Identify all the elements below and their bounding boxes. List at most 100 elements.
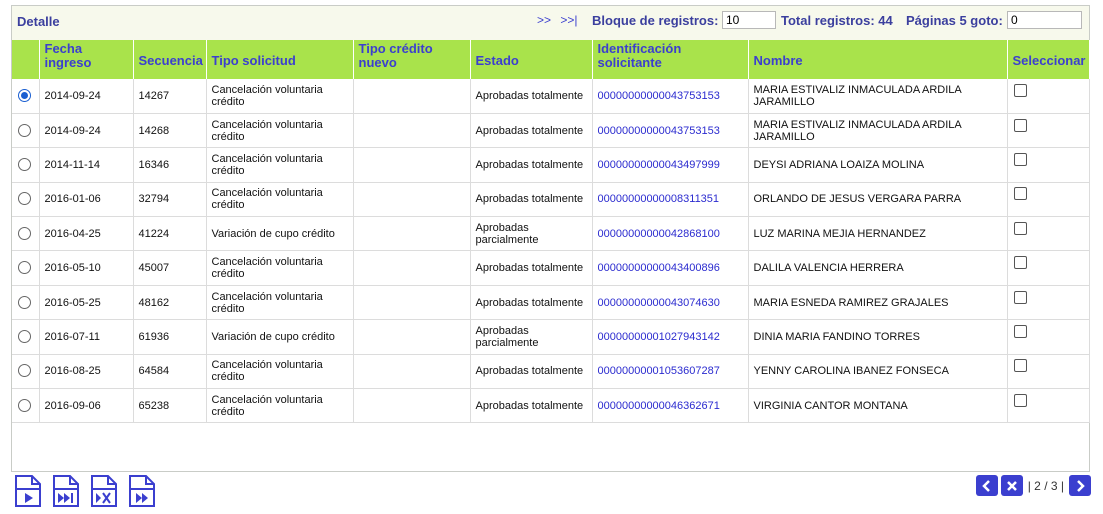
- cell-secuencia: 32794: [133, 182, 207, 218]
- row-radio[interactable]: [12, 79, 40, 114]
- cell-seleccionar[interactable]: [1007, 147, 1090, 183]
- cell-tipo-credito: [353, 182, 471, 218]
- col-header-tipo-solicitud[interactable]: Tipo solicitud: [206, 40, 354, 79]
- radio-button[interactable]: [18, 364, 31, 378]
- cell-seleccionar[interactable]: [1007, 285, 1090, 321]
- cell-identificacion[interactable]: 00000000000043753153: [592, 79, 749, 114]
- close-pager-button[interactable]: [1000, 475, 1023, 496]
- col-header-seleccionar: Seleccionar: [1007, 40, 1090, 79]
- next-page-button[interactable]: [1069, 475, 1091, 496]
- cell-tipo-credito: [353, 113, 471, 149]
- radio-button[interactable]: [18, 88, 31, 102]
- goto-page-input[interactable]: [1007, 11, 1082, 29]
- cell-seleccionar[interactable]: [1007, 319, 1090, 355]
- cell-secuencia: 16346: [133, 147, 207, 183]
- last-block-link[interactable]: >>|: [560, 13, 577, 27]
- table-row[interactable]: 2016-01-06 32794 Cancelación voluntaria cr…: [12, 182, 1090, 218]
- cell-tipo-credito: [353, 354, 471, 390]
- table-row[interactable]: 2014-09-24 14268 Cancelación voluntaria cr…: [12, 113, 1090, 149]
- cell-identificacion[interactable]: 00000000001053607287: [592, 354, 749, 390]
- cell-estado: Aprobadas totalmente: [470, 182, 593, 218]
- document-forward-icon[interactable]: [128, 475, 156, 507]
- cell-seleccionar[interactable]: [1007, 182, 1090, 218]
- cell-tipo-credito: [353, 147, 471, 183]
- select-checkbox[interactable]: [1013, 393, 1027, 407]
- cell-tipo-credito: [353, 319, 471, 355]
- radio-button[interactable]: [18, 329, 31, 343]
- radio-button[interactable]: [18, 157, 31, 171]
- cell-identificacion[interactable]: 00000000000043497999: [592, 147, 749, 183]
- cell-seleccionar[interactable]: [1007, 250, 1090, 286]
- cell-tipo-solicitud: Cancelación voluntaria crédito: [206, 250, 354, 286]
- row-radio[interactable]: [12, 113, 40, 149]
- next-block-link[interactable]: >>: [537, 13, 551, 27]
- radio-button[interactable]: [18, 261, 31, 275]
- row-radio[interactable]: [12, 285, 40, 321]
- cell-identificacion[interactable]: 00000000000042868100: [592, 216, 749, 252]
- cell-identificacion[interactable]: 00000000000046362671: [592, 388, 749, 424]
- row-radio[interactable]: [12, 319, 40, 355]
- cell-seleccionar[interactable]: [1007, 216, 1090, 252]
- cell-tipo-credito: [353, 216, 471, 252]
- row-radio[interactable]: [12, 216, 40, 252]
- select-checkbox[interactable]: [1013, 359, 1027, 373]
- radio-button[interactable]: [18, 295, 31, 309]
- row-radio[interactable]: [12, 147, 40, 183]
- row-radio[interactable]: [12, 250, 40, 286]
- table-row[interactable]: 2016-04-25 41224 Variación de cupo crédito…: [12, 216, 1090, 252]
- col-header-tipo-credito[interactable]: Tipo crédito nuevo: [353, 40, 471, 79]
- col-header-estado[interactable]: Estado: [470, 40, 593, 79]
- table-row[interactable]: 2016-05-10 45007 Cancelación voluntaria cr…: [12, 250, 1090, 286]
- col-header-identificacion[interactable]: Identificación solicitante: [592, 40, 749, 79]
- cell-seleccionar[interactable]: [1007, 113, 1090, 149]
- cell-seleccionar[interactable]: [1007, 79, 1090, 114]
- col-header-secuencia[interactable]: Secuencia: [133, 40, 207, 79]
- col-header-nombre[interactable]: Nombre: [748, 40, 1008, 79]
- select-checkbox[interactable]: [1013, 221, 1027, 235]
- select-checkbox[interactable]: [1013, 256, 1027, 270]
- row-radio[interactable]: [12, 388, 40, 424]
- cell-identificacion[interactable]: 00000000001027943142: [592, 319, 749, 355]
- cell-nombre: MARIA ESTIVALIZ INMACULADA ARDILA JARAMI…: [748, 79, 1008, 114]
- document-cancel-icon[interactable]: [90, 475, 118, 507]
- select-checkbox[interactable]: [1013, 187, 1027, 201]
- cell-identificacion[interactable]: 00000000000008311351: [592, 182, 749, 218]
- table-row[interactable]: 2016-07-11 61936 Variación de cupo crédito…: [12, 319, 1090, 355]
- record-navigation: >> >>|: [537, 13, 584, 27]
- close-icon: [1006, 480, 1017, 491]
- document-fast-forward-icon[interactable]: [52, 475, 80, 507]
- row-radio[interactable]: [12, 182, 40, 218]
- records-table: Fecha ingreso Secuencia Tipo solicitud T…: [12, 40, 1090, 424]
- table-row[interactable]: 2016-05-25 48162 Cancelación voluntaria cr…: [12, 285, 1090, 321]
- radio-button[interactable]: [18, 398, 31, 412]
- select-checkbox[interactable]: [1013, 118, 1027, 132]
- cell-identificacion[interactable]: 00000000000043400896: [592, 250, 749, 286]
- table-row[interactable]: 2014-11-14 16346 Cancelación voluntaria cr…: [12, 147, 1090, 183]
- cell-identificacion[interactable]: 00000000000043753153: [592, 113, 749, 149]
- select-checkbox[interactable]: [1013, 152, 1027, 166]
- table-row[interactable]: 2016-09-06 65238 Cancelación voluntaria cr…: [12, 388, 1090, 424]
- cell-tipo-solicitud: Variación de cupo crédito: [206, 319, 354, 355]
- cell-seleccionar[interactable]: [1007, 388, 1090, 424]
- select-checkbox[interactable]: [1013, 290, 1027, 304]
- cell-seleccionar[interactable]: [1007, 354, 1090, 390]
- prev-page-button[interactable]: [975, 475, 998, 496]
- table-row[interactable]: 2016-08-25 64584 Cancelación voluntaria cr…: [12, 354, 1090, 390]
- col-header-radio: [12, 40, 40, 79]
- radio-button[interactable]: [18, 192, 31, 206]
- block-size-input[interactable]: [722, 11, 776, 29]
- table-row[interactable]: 2014-09-24 14267 Cancelación voluntaria cr…: [12, 79, 1090, 114]
- radio-button[interactable]: [18, 123, 31, 137]
- cell-fecha: 2016-07-11: [39, 319, 134, 355]
- col-header-fecha[interactable]: Fecha ingreso: [39, 40, 134, 79]
- cell-fecha: 2014-11-14: [39, 147, 134, 183]
- document-play-icon[interactable]: [14, 475, 42, 507]
- select-checkbox[interactable]: [1013, 83, 1027, 97]
- select-checkbox[interactable]: [1013, 324, 1027, 338]
- cell-identificacion[interactable]: 00000000000043074630: [592, 285, 749, 321]
- cell-nombre: MARIA ESNEDA RAMIREZ GRAJALES: [748, 285, 1008, 321]
- total-records-label: Total registros: 44: [781, 13, 893, 28]
- row-radio[interactable]: [12, 354, 40, 390]
- radio-button[interactable]: [18, 226, 31, 240]
- cell-nombre: DEYSI ADRIANA LOAIZA MOLINA: [748, 147, 1008, 183]
